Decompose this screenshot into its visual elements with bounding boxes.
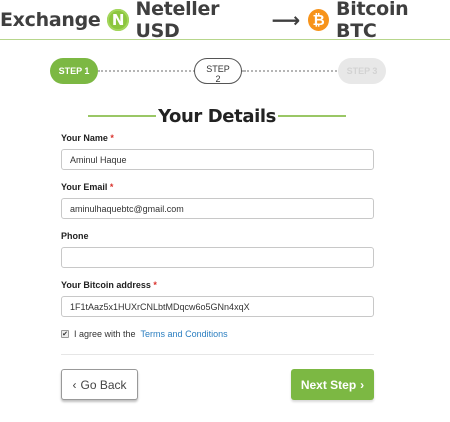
step-2-indicator: STEP 2 <box>194 58 242 84</box>
to-currency-label: Bitcoin BTC <box>336 0 409 42</box>
title-rule-left <box>88 115 157 117</box>
arrow-right-icon: ⟶ <box>271 7 301 32</box>
exchange-header: Exchange N Neteller USD ⟶ ₿ Bitcoin BTC <box>0 0 450 42</box>
required-mark: * <box>153 280 157 290</box>
phone-field[interactable] <box>61 247 374 268</box>
section-title: Your Details <box>88 104 346 128</box>
phone-label-text: Phone <box>61 231 89 241</box>
name-field[interactable] <box>61 149 374 170</box>
name-label-text: Your Name <box>61 133 108 143</box>
step-2-number: 2 <box>215 74 221 84</box>
phone-label: Phone <box>61 231 89 241</box>
form-divider <box>61 354 374 355</box>
email-label: Your Email * <box>61 182 113 192</box>
terms-checkbox[interactable]: ✔ <box>61 330 69 338</box>
step-connector <box>240 70 340 72</box>
bitcoin-address-field[interactable] <box>61 296 374 317</box>
terms-agreement: ✔ I agree with the Terms and Conditions <box>61 329 228 339</box>
chevron-left-icon: ‹ <box>72 377 77 392</box>
chevron-right-icon: › <box>360 377 365 392</box>
neteller-icon: N <box>107 8 129 31</box>
title-rule-right <box>277 115 346 117</box>
next-step-button[interactable]: Next Step › <box>291 369 374 400</box>
name-label: Your Name * <box>61 133 114 143</box>
go-back-label: Go Back <box>80 377 127 392</box>
email-label-text: Your Email <box>61 182 108 192</box>
required-mark: * <box>109 182 114 192</box>
bitcoin-address-label-text: Your Bitcoin address <box>61 280 151 290</box>
terms-prefix: I agree with the <box>74 329 136 339</box>
email-field[interactable] <box>61 198 374 219</box>
section-title-text: Your Details <box>158 105 276 127</box>
bitcoin-icon: ₿ <box>308 8 330 31</box>
terms-link[interactable]: Terms and Conditions <box>141 329 228 339</box>
step-progress: STEP 1 STEP 2 STEP 3 <box>50 58 386 84</box>
step-1-indicator: STEP 1 <box>50 58 98 84</box>
step-2-label: STEP <box>206 64 230 74</box>
exchange-label: Exchange <box>0 8 101 31</box>
next-step-label: Next Step <box>300 377 357 392</box>
step-3-indicator: STEP 3 <box>338 58 386 84</box>
go-back-button[interactable]: ‹ Go Back <box>61 369 138 400</box>
required-mark: * <box>110 133 114 143</box>
from-currency-label: Neteller USD <box>135 0 220 42</box>
bitcoin-address-label: Your Bitcoin address * <box>61 280 157 290</box>
